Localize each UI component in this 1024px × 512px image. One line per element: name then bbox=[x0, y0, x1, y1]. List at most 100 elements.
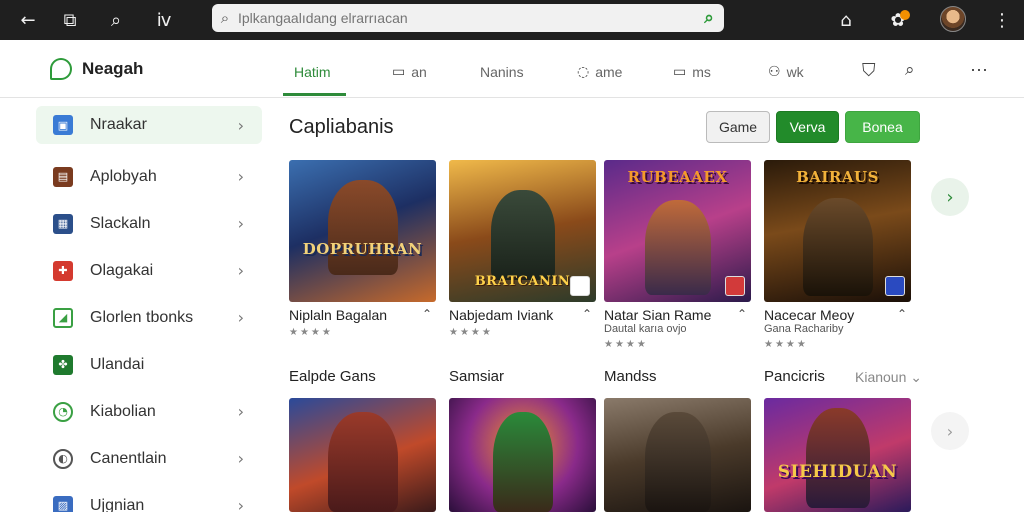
game-card[interactable]: SIEHIDUAN bbox=[764, 398, 911, 512]
carousel-next-button[interactable]: › bbox=[931, 412, 969, 450]
translate-icon[interactable]: ⅳ bbox=[150, 6, 178, 34]
game-card[interactable] bbox=[449, 398, 596, 512]
game-banner: RUBEAAEX bbox=[627, 168, 728, 186]
tab-6[interactable]: ⚇ wk bbox=[768, 61, 804, 83]
bookmark-icon[interactable]: ⧉ bbox=[56, 6, 84, 34]
hero-figure bbox=[802, 198, 873, 296]
game-card[interactable]: RUBEAAEX Natar Sian Rame ⌃ Dautal karıa … bbox=[604, 160, 751, 350]
game-card[interactable]: BAIRAUS Nacecar Meoy ⌃ Gana Rachariby ★★… bbox=[764, 160, 911, 350]
sidebar-item-1[interactable]: ▤ Aplobyah › bbox=[36, 153, 262, 200]
sidebar-item-6[interactable]: ◔ Kiabolian › bbox=[36, 388, 262, 435]
rating-stars: ★★★★ bbox=[289, 327, 333, 338]
game-banner: BAIRAUS bbox=[796, 168, 879, 186]
search-icon: ⌕ bbox=[220, 9, 230, 27]
game-thumbnail[interactable]: SIEHIDUAN bbox=[764, 398, 911, 512]
home-icon[interactable]: ⌂ bbox=[832, 6, 860, 34]
clock-icon: ◔ bbox=[53, 401, 73, 422]
hero-figure bbox=[805, 408, 870, 508]
app-name: Neagah bbox=[82, 59, 144, 78]
hero-figure bbox=[644, 412, 711, 512]
row2-label: Samsiar bbox=[449, 368, 505, 385]
search-icon[interactable]: ⌕ bbox=[102, 6, 130, 34]
game-card[interactable]: BRATCANIN Nabjedam Iviank ⌃ ★★★★ bbox=[449, 160, 596, 338]
game-title[interactable]: Nabjedam Iviank bbox=[449, 307, 553, 323]
chevron-up-icon[interactable]: ⌃ bbox=[897, 307, 907, 321]
hero-figure bbox=[327, 412, 398, 512]
game-card[interactable] bbox=[289, 398, 436, 512]
more-horizontal-icon[interactable]: ⋯ bbox=[970, 59, 988, 81]
chevron-right-icon: › bbox=[237, 261, 244, 280]
hero-figure bbox=[327, 180, 398, 275]
chevron-up-icon[interactable]: ⌃ bbox=[737, 307, 747, 321]
filter-bonus-button[interactable]: Bonea bbox=[845, 111, 920, 143]
search-input[interactable] bbox=[238, 10, 694, 26]
sidebar-item-0[interactable]: ▣ Nraakar › bbox=[36, 106, 262, 144]
notification-badge bbox=[900, 10, 910, 20]
hero-figure bbox=[492, 412, 553, 512]
sidebar-item-2[interactable]: ▦ Slackaln › bbox=[36, 200, 262, 247]
hero-figure bbox=[490, 190, 555, 280]
tab-5[interactable]: ▭ ms bbox=[673, 61, 711, 83]
sidebar: ▣ Nraakar › ▤ Aplobyah › ▦ Slackaln › ✚ … bbox=[36, 106, 262, 512]
game-thumbnail[interactable]: RUBEAAEX bbox=[604, 160, 751, 302]
chevron-up-icon[interactable]: ⌃ bbox=[422, 307, 432, 321]
chevron-right-icon: › bbox=[237, 115, 244, 135]
tab-3[interactable]: Nanins bbox=[480, 61, 524, 83]
see-more-dropdown[interactable]: Kianoun ⌄ bbox=[855, 369, 922, 386]
sidebar-item-5[interactable]: ✤ Ulandai bbox=[36, 341, 262, 388]
game-thumbnail[interactable] bbox=[289, 398, 436, 512]
game-title[interactable]: Nacecar Meoy bbox=[764, 307, 854, 323]
game-banner: DOPRUHRAN bbox=[302, 240, 423, 258]
sidebar-item-3[interactable]: ✚ Olagakai › bbox=[36, 247, 262, 294]
tab-2[interactable]: ▭ an bbox=[392, 61, 427, 83]
tab-games[interactable]: ◌ ame bbox=[577, 61, 622, 83]
more-vertical-icon[interactable]: ⋮ bbox=[988, 6, 1016, 34]
game-card[interactable]: DOPRUHRAN Niplaln Bagalan ⌃ ★★★★ bbox=[289, 160, 436, 338]
sidebar-item-8[interactable]: ▨ Ujgnian › bbox=[36, 482, 262, 512]
green-search-icon[interactable]: ⌕ bbox=[694, 8, 724, 28]
filter-menu-button[interactable]: Verva bbox=[776, 111, 839, 143]
filter-game-button[interactable]: Game bbox=[706, 111, 770, 143]
address-bar[interactable]: ⌕ ⌕ bbox=[212, 4, 724, 32]
chart-icon: ◢ bbox=[53, 307, 73, 328]
chevron-up-icon[interactable]: ⌃ bbox=[582, 307, 592, 321]
brand[interactable]: Neagah bbox=[50, 58, 143, 80]
row2-label: Ealpde Gans bbox=[289, 368, 376, 385]
avatar[interactable] bbox=[940, 6, 966, 32]
sidebar-item-4[interactable]: ◢ Glorlen tbonks › bbox=[36, 294, 262, 341]
rating-stars: ★★★★ bbox=[764, 339, 808, 350]
hero-figure bbox=[644, 200, 711, 295]
window-icon: ▭ bbox=[392, 64, 406, 80]
tab-home[interactable]: Hatim bbox=[294, 61, 331, 83]
puzzle-icon: ✤ bbox=[53, 354, 73, 375]
game-title[interactable]: Niplaln Bagalan bbox=[289, 307, 387, 323]
app-badge-icon bbox=[570, 276, 590, 296]
carousel-next-button[interactable]: › bbox=[931, 178, 969, 216]
game-thumbnail[interactable] bbox=[449, 398, 596, 512]
grid-icon: ▦ bbox=[53, 213, 73, 234]
gamepad-icon: ◌ bbox=[577, 64, 590, 80]
extensions-icon[interactable]: ✿ bbox=[884, 6, 912, 34]
search-icon[interactable]: ⌕ bbox=[905, 59, 915, 81]
game-card[interactable] bbox=[604, 398, 751, 512]
book-icon: ▤ bbox=[53, 166, 73, 187]
cart-icon[interactable]: ⛉ bbox=[862, 59, 876, 81]
game-title[interactable]: Natar Sian Rame bbox=[604, 307, 711, 323]
sidebar-item-7[interactable]: ◐ Canentlain › bbox=[36, 435, 262, 482]
chevron-right-icon: › bbox=[237, 402, 244, 421]
game-thumbnail[interactable]: BRATCANIN bbox=[449, 160, 596, 302]
image-icon: ▨ bbox=[53, 495, 73, 512]
app-badge-icon bbox=[725, 276, 745, 296]
row2-label: Mandss bbox=[604, 368, 657, 385]
game-thumbnail[interactable] bbox=[604, 398, 751, 512]
game-banner: BRATCANIN bbox=[474, 274, 571, 289]
chevron-right-icon: › bbox=[237, 214, 244, 233]
back-arrow-icon[interactable]: ← bbox=[14, 6, 42, 34]
chevron-right-icon: › bbox=[237, 496, 244, 512]
browser-toolbar: ← ⧉ ⌕ ⅳ ⌕ ⌕ ⌂ ✿ ⋮ bbox=[0, 0, 1024, 40]
chevron-right-icon: › bbox=[237, 308, 244, 327]
game-thumbnail[interactable]: BAIRAUS bbox=[764, 160, 911, 302]
active-tab-indicator bbox=[283, 93, 346, 96]
game-thumbnail[interactable]: DOPRUHRAN bbox=[289, 160, 436, 302]
people-icon: ⚇ bbox=[768, 64, 781, 80]
